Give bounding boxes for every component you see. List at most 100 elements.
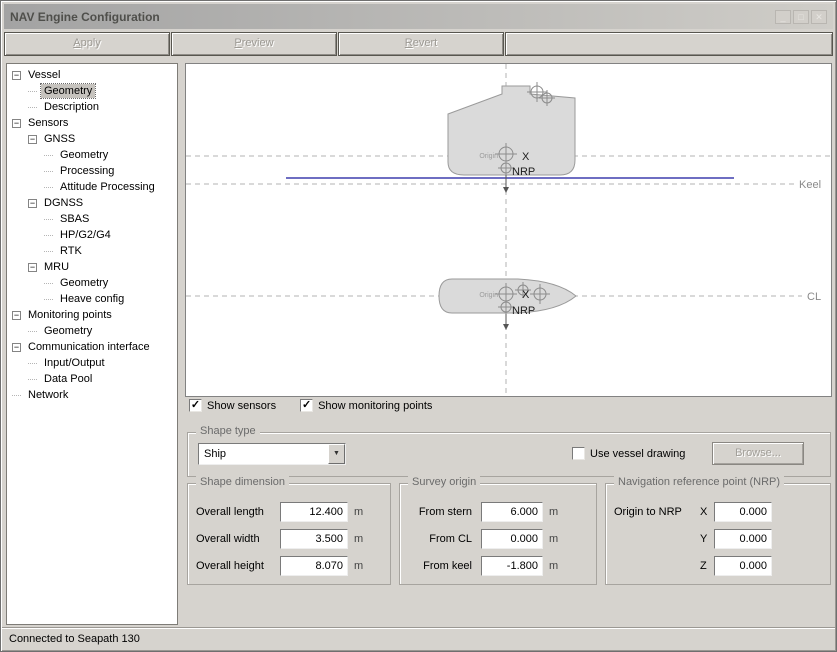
from-stern-label: From stern (408, 506, 472, 518)
tree-connector (44, 299, 53, 300)
show-sensors-checkbox[interactable]: ✓ (189, 399, 202, 412)
x-label-top: X (522, 289, 530, 301)
tree-collapse-icon[interactable]: − (28, 135, 37, 144)
nrp-y-label: Y (700, 533, 714, 545)
overall-width-row: Overall width m (196, 525, 390, 552)
tree-collapse-icon[interactable]: − (12, 119, 21, 128)
nrp-group: Navigation reference point (NRP) Origin … (605, 483, 831, 585)
chevron-down-icon[interactable]: ▼ (328, 444, 345, 464)
from-cl-input[interactable] (481, 529, 543, 549)
survey-origin-group: Survey origin From stern m From CL m Fro… (399, 483, 597, 585)
nrp-z-label: Z (700, 560, 714, 572)
tree-item-label: Input/Output (41, 356, 108, 370)
from-keel-input[interactable] (481, 556, 543, 576)
tree-connector (44, 235, 53, 236)
shape-type-select[interactable]: Ship ▼ (198, 443, 346, 465)
tree-connector (44, 155, 53, 156)
tree-item-gnss[interactable]: −GNSS (7, 131, 177, 147)
browse-button[interactable]: Browse... (712, 442, 804, 465)
side-view-hull (448, 86, 575, 175)
survey-origin-group-label: Survey origin (408, 476, 480, 488)
status-bar: Connected to Seapath 130 (2, 627, 835, 650)
tree-item-label: Network (25, 388, 71, 402)
tree-item-vessel[interactable]: −Vessel (7, 67, 177, 83)
tree-item-rtk[interactable]: RTK (7, 243, 177, 259)
overall-width-input[interactable] (280, 529, 348, 549)
tree-connector (28, 379, 37, 380)
vessel-drawing-area: Keel CL Origin X NRP (185, 63, 832, 397)
nrp-z-input[interactable] (714, 556, 772, 576)
overall-length-input[interactable] (280, 502, 348, 522)
show-monitoring-points-label: Show monitoring points (318, 400, 432, 412)
tree-item-label: Geometry (41, 84, 95, 98)
cl-label: CL (807, 291, 821, 303)
tree-collapse-icon[interactable]: − (12, 71, 21, 80)
tree-item-label: DGNSS (41, 196, 86, 210)
tree-connector (28, 331, 37, 332)
nrp-y-input[interactable] (714, 529, 772, 549)
tree-item-geometry[interactable]: Geometry (7, 323, 177, 339)
tree-item-label: HP/G2/G4 (57, 228, 114, 242)
tree-item-network[interactable]: Network (7, 387, 177, 403)
minimize-icon[interactable]: _ (775, 10, 791, 24)
tree-connector (12, 395, 21, 396)
window-title: NAV Engine Configuration (10, 10, 160, 24)
nrp-label-top: NRP (512, 305, 535, 317)
tree-item-geometry[interactable]: Geometry (7, 147, 177, 163)
tree-connector (44, 251, 53, 252)
nrp-x-input[interactable] (714, 502, 772, 522)
tree-item-sbas[interactable]: SBAS (7, 211, 177, 227)
from-cl-row: From CL m (408, 525, 596, 552)
tree-item-communication-interface[interactable]: −Communication interface (7, 339, 177, 355)
close-icon[interactable]: ✕ (811, 10, 827, 24)
tree-item-hp-g2-g4[interactable]: HP/G2/G4 (7, 227, 177, 243)
from-stern-row: From stern m (408, 498, 596, 525)
tree-item-heave-config[interactable]: Heave config (7, 291, 177, 307)
tree-item-dgnss[interactable]: −DGNSS (7, 195, 177, 211)
shape-dimension-group: Shape dimension Overall length m Overall… (187, 483, 391, 585)
tree-collapse-icon[interactable]: − (28, 263, 37, 272)
from-stern-input[interactable] (481, 502, 543, 522)
tree-item-data-pool[interactable]: Data Pool (7, 371, 177, 387)
tree-item-attitude-processing[interactable]: Attitude Processing (7, 179, 177, 195)
tree-collapse-icon[interactable]: − (12, 343, 21, 352)
from-stern-unit: m (549, 506, 558, 518)
apply-button[interactable]: Apply (4, 32, 170, 56)
use-vessel-drawing-checkbox[interactable] (572, 447, 585, 460)
preview-button[interactable]: Preview (171, 32, 337, 56)
shape-type-group-label: Shape type (196, 425, 260, 437)
overall-length-row: Overall length m (196, 498, 390, 525)
tree-item-label: Sensors (25, 116, 71, 130)
toolbar: Apply Preview Revert (4, 32, 833, 57)
tree-item-label: Heave config (57, 292, 127, 306)
tree-item-mru[interactable]: −MRU (7, 259, 177, 275)
tree-item-description[interactable]: Description (7, 99, 177, 115)
tree-collapse-icon[interactable]: − (28, 199, 37, 208)
tree-item-input-output[interactable]: Input/Output (7, 355, 177, 371)
origin-label-top: Origin (479, 292, 498, 299)
tree-item-sensors[interactable]: −Sensors (7, 115, 177, 131)
title-bar: NAV Engine Configuration _ □ ✕ (4, 4, 833, 29)
revert-button[interactable]: Revert (338, 32, 504, 56)
tree-item-geometry[interactable]: Geometry (7, 83, 177, 99)
tree-item-label: Attitude Processing (57, 180, 158, 194)
tree-connector (44, 187, 53, 188)
tree-item-label: Monitoring points (25, 308, 115, 322)
tree-panel[interactable]: −VesselGeometryDescription−Sensors−GNSSG… (6, 63, 178, 625)
tree-connector (44, 171, 53, 172)
view-options: ✓ Show sensors ✓ Show monitoring points (189, 399, 456, 412)
overall-height-input[interactable] (280, 556, 348, 576)
maximize-icon[interactable]: □ (793, 10, 809, 24)
tree-collapse-icon[interactable]: − (12, 311, 21, 320)
top-view-hull (439, 279, 576, 313)
window-controls: _ □ ✕ (775, 10, 827, 24)
tree-item-geometry[interactable]: Geometry (7, 275, 177, 291)
tree-item-label: Data Pool (41, 372, 95, 386)
overall-width-unit: m (354, 533, 363, 545)
show-monitoring-points-checkbox[interactable]: ✓ (300, 399, 313, 412)
tree-item-label: Geometry (41, 324, 95, 338)
toolbar-filler (505, 32, 833, 56)
overall-length-label: Overall length (196, 506, 280, 518)
tree-item-processing[interactable]: Processing (7, 163, 177, 179)
tree-item-monitoring-points[interactable]: −Monitoring points (7, 307, 177, 323)
